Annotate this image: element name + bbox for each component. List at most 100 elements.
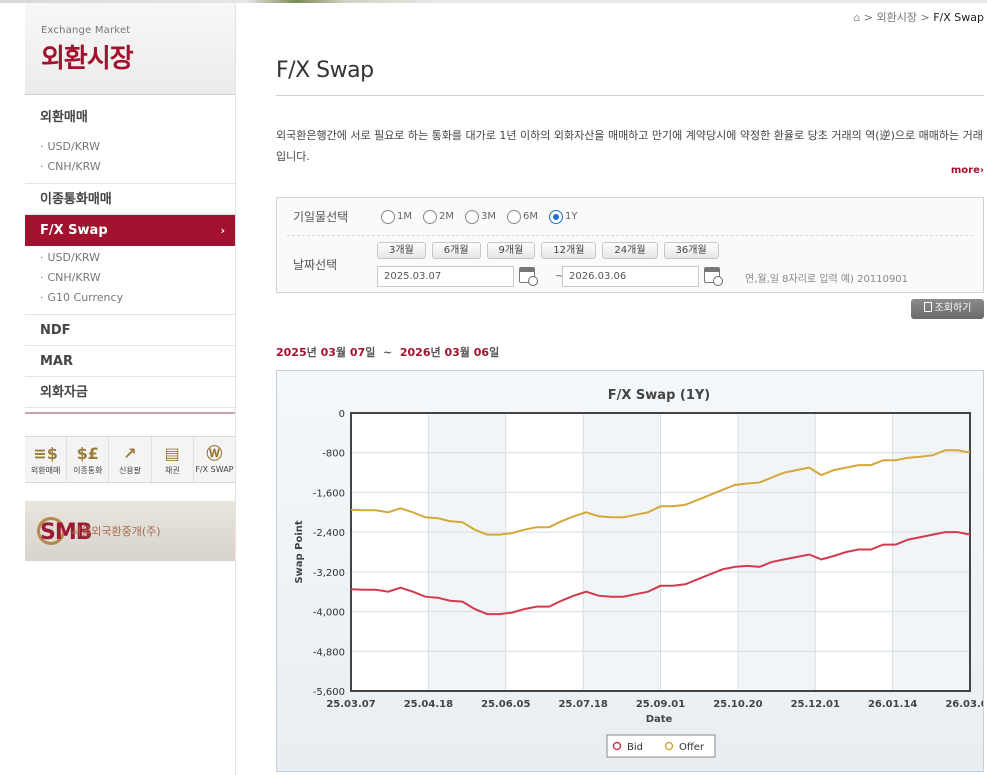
sidebar-subitem-cnh-krw[interactable]: CNH/KRW [40, 268, 235, 288]
home-icon[interactable]: ⌂ [853, 11, 860, 24]
quick-link-bond[interactable]: ▤ 채권 [152, 437, 194, 482]
quick-link-fx-swap[interactable]: Ⓦ F/X SWAP [194, 437, 235, 482]
breadcrumb-section[interactable]: 외환시장 [877, 11, 917, 24]
quick-link-label: 이종통화 [73, 466, 103, 475]
legend-label-offer: Offer [679, 742, 705, 753]
x-tick-label: 25.10.20 [713, 699, 762, 710]
legend-marker-bid [612, 741, 622, 751]
sidebar-header-en: Exchange Market [41, 25, 131, 36]
range-start-year: 2025 [276, 346, 307, 359]
sidebar-item-fx-trading[interactable]: 외환매매 [25, 101, 235, 135]
calendar-icon[interactable] [704, 267, 723, 286]
sidebar-subitem-usd-krw[interactable]: USD/KRW [40, 137, 235, 157]
grid-band [737, 413, 816, 691]
breadcrumb-separator-icon: > [920, 11, 930, 24]
end-date-input[interactable]: 2026.03.06 [562, 266, 699, 287]
quick-link-label: F/X SWAP [195, 465, 234, 474]
smb-logo: SMB [37, 517, 93, 545]
period-buttons: 3개월 6개월 9개월 12개월 24개월 36개월 [377, 242, 725, 259]
radio-circle-selected[interactable] [549, 209, 563, 224]
radio-circle[interactable] [423, 209, 437, 224]
smb-logo-text: SMB [37, 517, 93, 545]
coin-stack-icon: ≡$ [33, 444, 58, 463]
content-divider [235, 3, 236, 775]
legend-label-bid: Bid [627, 742, 643, 753]
period-button-12m[interactable]: 12개월 [541, 242, 597, 259]
calendar-icon[interactable] [519, 267, 538, 286]
more-link[interactable]: more› [951, 165, 984, 176]
swap-chart-panel: F/X Swap (1Y) 0 -800 -1,600 -2,400 -3,200 -4,0… [276, 370, 987, 772]
range-month-unit: 월 [335, 346, 347, 359]
period-button-9m[interactable]: 9개월 [486, 242, 536, 259]
quick-link-label: 외환매매 [30, 466, 61, 475]
breadcrumb-current: F/X Swap [933, 11, 984, 24]
period-button-6m[interactable]: 6개월 [431, 242, 481, 259]
x-tick-label: 25.12.01 [791, 699, 840, 710]
sidebar-subitem-cnh-krw[interactable]: CNH/KRW [40, 157, 235, 177]
date-range-display: 2025년 03월 07일 ~ 2026년 03월 06일 [276, 344, 499, 360]
sidebar-subitem-usd-krw[interactable]: USD/KRW [40, 248, 235, 268]
sidebar-submenu-fx-trading: USD/KRW CNH/KRW [25, 135, 235, 184]
sidebar-item-fx-funds[interactable]: 외화자금 [25, 377, 235, 408]
range-end-month: 03 [444, 346, 460, 359]
search-button[interactable]: 조회하기 [911, 299, 984, 319]
sidebar-item-fx-swap[interactable]: F/X Swap › [25, 215, 235, 246]
grid-band [583, 413, 661, 691]
start-date-input[interactable]: 2025.03.07 [377, 266, 514, 287]
quick-link-label: 채권 [164, 466, 180, 475]
period-button-36m[interactable]: 36개월 [663, 242, 719, 259]
radio-tenor-6m[interactable]: 6M [507, 209, 538, 224]
page-description: 외국환은행간에 서로 필요로 하는 통화를 대가로 1년 이하의 외화자산을 매… [276, 129, 983, 163]
document-icon [923, 302, 932, 312]
radio-tenor-2m[interactable]: 2M [423, 209, 454, 224]
sidebar: Exchange Market 외환시장 외환매매 USD/KRW CNH/KR… [25, 3, 235, 775]
y-tick-label: -5,600 [313, 687, 345, 698]
sidebar-divider [25, 412, 235, 414]
date-format-hint: 연,월,일 8자리로 입력 예) 20110901 [745, 274, 909, 285]
won-coin-icon: Ⓦ [206, 444, 223, 463]
y-tick-label: -800 [322, 449, 345, 460]
sidebar-header: Exchange Market 외환시장 [25, 3, 235, 95]
radio-circle[interactable] [381, 209, 395, 224]
y-tick-label: -4,800 [313, 647, 345, 658]
sidebar-item-mar[interactable]: MAR [25, 346, 235, 377]
quick-link-credit[interactable]: ↗ 신용팔 [109, 437, 152, 482]
radio-tenor-3m[interactable]: 3M [465, 209, 496, 224]
chart-title: F/X Swap (1Y) [608, 388, 711, 403]
more-link-label: more [950, 165, 980, 176]
radio-circle[interactable] [507, 209, 521, 224]
range-day-unit: 일 [489, 346, 500, 359]
date-label: 날짜선택 [293, 258, 338, 272]
quick-link-fx-trading[interactable]: ≡$ 외환매매 [25, 437, 68, 482]
radio-tenor-1m[interactable]: 1M [381, 209, 412, 224]
legend-marker-offer [664, 741, 674, 751]
range-year-unit: 년 [430, 346, 441, 359]
smb-banner-text: 서울외국환중개(주) [71, 525, 161, 538]
sidebar-submenu-fx-swap: USD/KRW CNH/KRW G10 Currency [25, 246, 235, 315]
range-day-unit: 일 [365, 346, 376, 359]
quick-link-label: 신용팔 [118, 466, 142, 475]
date-row: 날짜선택 3개월 6개월 9개월 12개월 24개월 36개월 2025.03.… [287, 236, 973, 292]
radio-tenor-1y[interactable]: 1Y [549, 209, 577, 224]
y-tick-label: -3,200 [313, 568, 345, 579]
x-tick-label: 25.04.18 [404, 699, 453, 710]
x-tick-label: 25.03.07 [326, 699, 375, 710]
chevron-right-icon: › [220, 224, 225, 237]
y-tick-label: -2,400 [313, 528, 345, 539]
document-icon: ▤ [164, 444, 180, 463]
quick-links: ≡$ 외환매매 $£ 이종통화 ↗ 신용팔 ▤ 채권 Ⓦ F/X SWAP [25, 436, 235, 483]
x-tick-label: 26.03.03 [945, 699, 983, 710]
grid-band [428, 413, 506, 691]
x-tick-label: 25.06.05 [481, 699, 530, 710]
smb-banner[interactable]: SMB 서울외국환중개(주) [25, 501, 235, 561]
sidebar-subitem-g10-currency[interactable]: G10 Currency [40, 288, 235, 308]
sidebar-header-ko: 외환시장 [41, 44, 134, 74]
period-button-24m[interactable]: 24개월 [602, 242, 658, 259]
quick-link-cross-currency[interactable]: $£ 이종통화 [67, 437, 110, 482]
sidebar-item-cross-currency[interactable]: 이종통화매매 [25, 184, 235, 215]
period-button-3m[interactable]: 3개월 [377, 242, 426, 259]
search-form: 기일물선택 1M 2M 3M 6M 1Y 날짜선택 3개월 6개월 9개월 12… [276, 197, 984, 293]
radio-circle[interactable] [465, 209, 479, 224]
tenor-label: 기일물선택 [293, 210, 349, 224]
sidebar-item-ndf[interactable]: NDF [25, 315, 235, 346]
